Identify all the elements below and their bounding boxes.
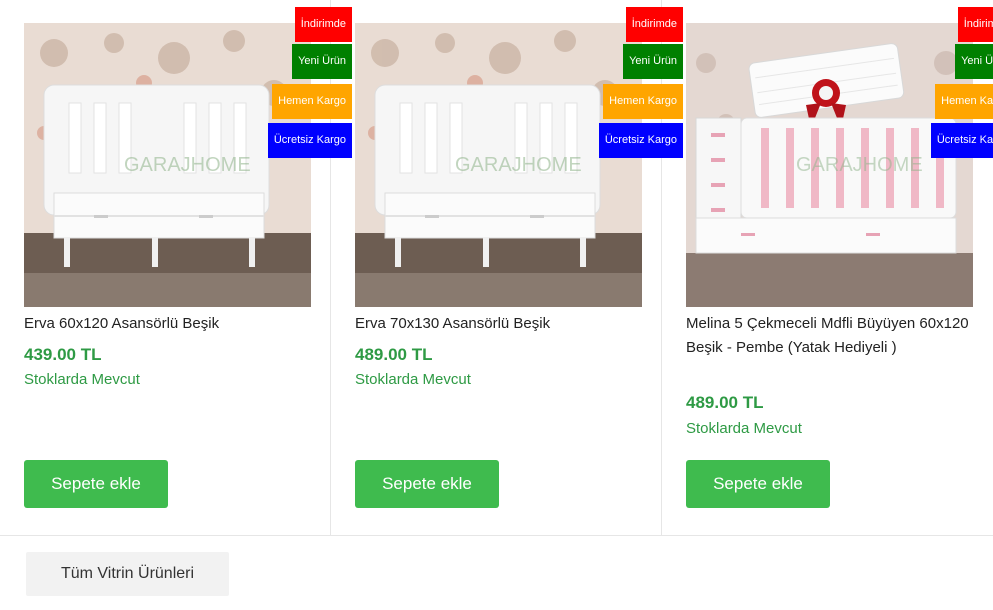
- product-price: 489.00 TL: [686, 393, 764, 412]
- add-to-cart-button[interactable]: Sepete ekle: [686, 460, 830, 508]
- stock-status: Stoklarda Mevcut: [24, 371, 140, 388]
- product-image[interactable]: GARAJHOME: [686, 23, 973, 307]
- stock-status: Stoklarda Mevcut: [355, 371, 471, 388]
- product-title[interactable]: Erva 60x120 Asansörlü Beşik: [24, 312, 314, 336]
- product-card: GARAJHOME İndirimde Yeni Ürün Hemen Karg…: [331, 0, 683, 535]
- watermark: GARAJHOME: [124, 154, 251, 176]
- product-card: GARAJHOME İndirimde Yeni Ürün Hemen Karg…: [662, 0, 993, 535]
- product-price: 489.00 TL: [355, 345, 433, 364]
- product-title[interactable]: Melina 5 Çekmeceli Mdfli Büyüyen 60x120 …: [686, 312, 976, 360]
- all-showcase-products-button[interactable]: Tüm Vitrin Ürünleri: [26, 552, 229, 596]
- watermark: GARAJHOME: [455, 154, 582, 176]
- product-image[interactable]: GARAJHOME: [24, 23, 311, 307]
- watermark: GARAJHOME: [796, 154, 923, 176]
- product-card: GARAJHOME İndirimde Yeni Ürün Hemen Karg…: [0, 0, 352, 535]
- product-title[interactable]: Erva 70x130 Asansörlü Beşik: [355, 312, 645, 336]
- badge-discount: İndirimde: [957, 7, 993, 42]
- product-grid: GARAJHOME İndirimde Yeni Ürün Hemen Karg…: [0, 0, 993, 536]
- add-to-cart-button[interactable]: Sepete ekle: [355, 460, 499, 508]
- product-price: 439.00 TL: [24, 345, 102, 364]
- badge-free-shipping: Ücretsiz Kargo: [930, 123, 993, 158]
- add-to-cart-button[interactable]: Sepete ekle: [24, 460, 168, 508]
- badge-new: Yeni Ürün: [955, 44, 993, 79]
- product-image[interactable]: GARAJHOME: [355, 23, 642, 307]
- badge-fast-shipping: Hemen Kargo: [935, 84, 993, 119]
- stock-status: Stoklarda Mevcut: [686, 420, 802, 437]
